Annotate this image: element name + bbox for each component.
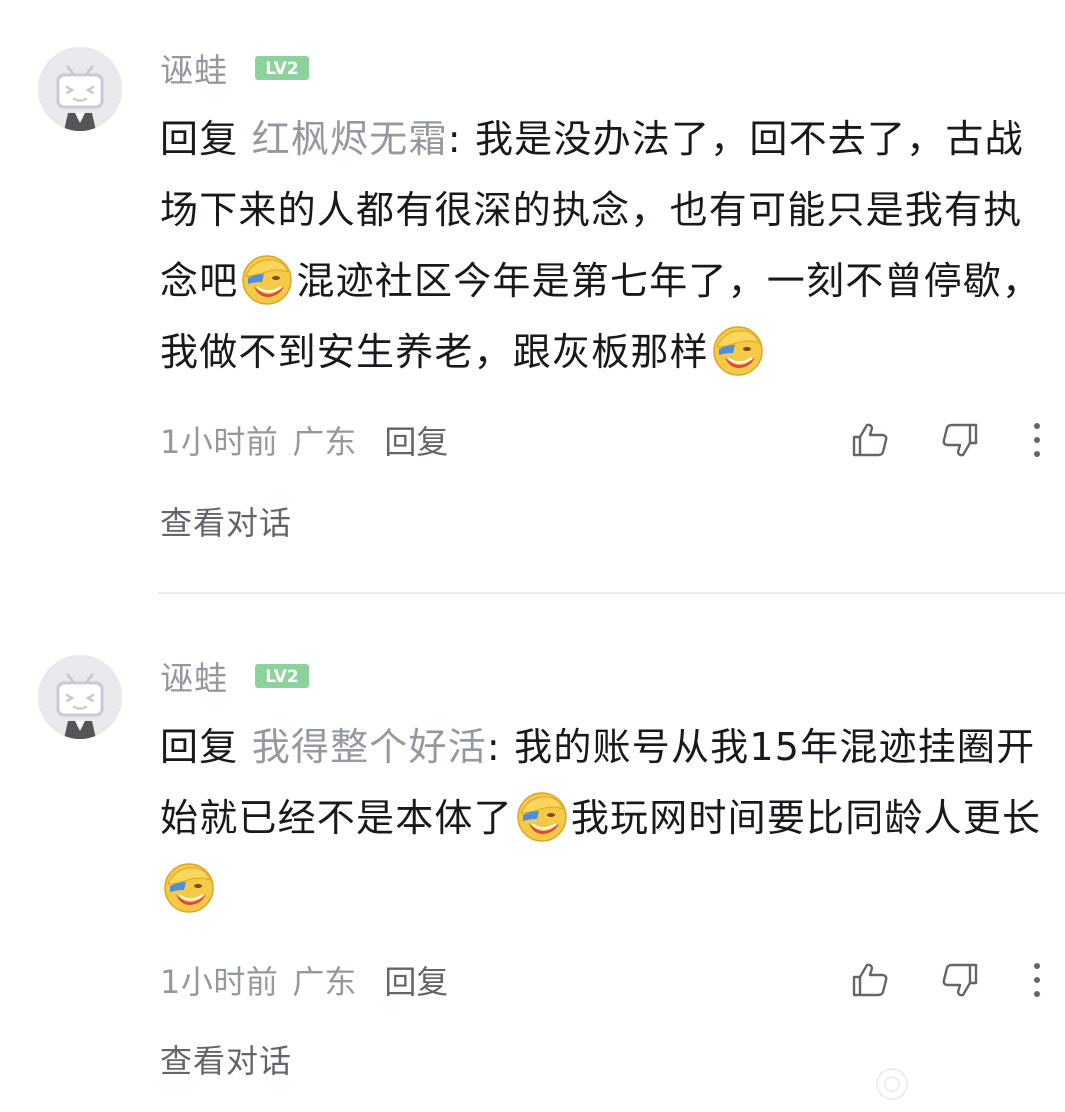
reply-target-user[interactable]: 我得整个好活 — [252, 725, 487, 769]
avatar[interactable] — [38, 655, 122, 739]
comment-location: 广东 — [292, 963, 357, 1001]
reply-button[interactable]: 回复 — [384, 957, 448, 1003]
level-badge-icon: LV2 — [254, 54, 310, 82]
more-vertical-icon — [1034, 963, 1040, 997]
level-label: LV2 — [265, 59, 298, 79]
reply-button[interactable]: 回复 — [384, 417, 448, 463]
divider — [158, 592, 1065, 594]
comment-item: 诬蛙 LV2 回复 我得整个好活: 我的账号从我15年混迹挂圈开始就已经不是本体… — [0, 596, 1065, 1112]
more-options-button[interactable] — [1012, 412, 1062, 468]
like-button[interactable] — [842, 952, 898, 1008]
laughing-cry-emoji-icon — [711, 323, 765, 377]
comment-location: 广东 — [292, 423, 357, 461]
like-icon — [852, 963, 888, 997]
comment-meta: 1小时前 广东 回复 — [160, 958, 448, 1002]
watermark-icon — [876, 1068, 908, 1100]
like-icon — [852, 423, 888, 457]
laughing-cry-emoji-icon — [162, 860, 216, 914]
more-options-button[interactable] — [1012, 952, 1062, 1008]
comment-content: 回复 我得整个好活: 我的账号从我15年混迹挂圈开始就已经不是本体了 我玩网时间要… — [160, 712, 1050, 925]
user-line: 诬蛙 LV2 — [160, 654, 310, 698]
dislike-icon — [942, 963, 978, 997]
comment-text: 我玩网时间要比同龄人更长 — [570, 796, 1042, 840]
username[interactable]: 诬蛙 — [160, 652, 228, 700]
level-label: LV2 — [265, 667, 298, 687]
view-conversation-link[interactable]: 查看对话 — [160, 1036, 292, 1082]
more-vertical-icon — [1034, 423, 1040, 457]
username[interactable]: 诬蛙 — [160, 44, 228, 92]
like-button[interactable] — [842, 412, 898, 468]
dislike-icon — [942, 423, 978, 457]
avatar[interactable] — [38, 47, 122, 131]
comment-time: 1小时前 — [160, 963, 279, 1001]
default-avatar-icon — [38, 47, 122, 131]
dislike-button[interactable] — [932, 952, 988, 1008]
reply-prefix: 回复 — [160, 117, 252, 161]
user-line: 诬蛙 LV2 — [160, 46, 310, 90]
comment-meta: 1小时前 广东 回复 — [160, 418, 448, 462]
laughing-cry-emoji-icon — [240, 252, 294, 306]
view-conversation-link[interactable]: 查看对话 — [160, 498, 292, 544]
comment-content: 回复 红枫烬无霜: 我是没办法了，回不去了，古战场下来的人都有很深的执念，也有可… — [160, 104, 1050, 388]
dislike-button[interactable] — [932, 412, 988, 468]
default-avatar-icon — [38, 655, 122, 739]
comment-time: 1小时前 — [160, 423, 279, 461]
laughing-cry-emoji-icon — [515, 789, 569, 843]
comment-item: 诬蛙 LV2 回复 红枫烬无霜: 我是没办法了，回不去了，古战场下来的人都有很深… — [0, 0, 1065, 594]
level-badge-icon: LV2 — [254, 662, 310, 690]
reply-target-user[interactable]: 红枫烬无霜 — [252, 117, 448, 161]
reply-prefix: 回复 — [160, 725, 252, 769]
